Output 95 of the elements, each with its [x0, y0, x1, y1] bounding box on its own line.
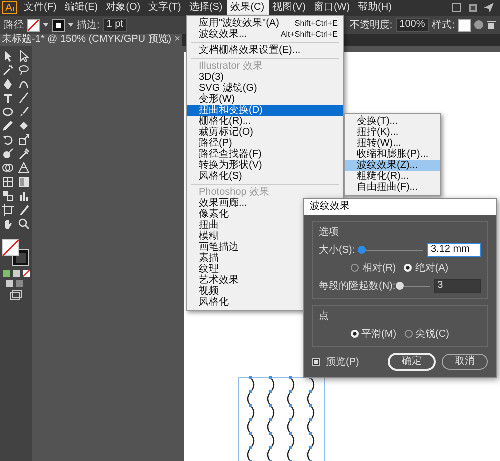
menu-item[interactable]: 自由扭曲(F)... [345, 182, 440, 193]
menu-section-header: Photoshop 效果 [198, 187, 271, 198]
opacity-field[interactable]: 100% [396, 18, 430, 32]
perspective-grid-icon[interactable] [18, 162, 30, 174]
radio-label[interactable]: 尖锐(C) [416, 327, 450, 341]
menu-bar-item[interactable]: 窗口(W) [310, 0, 354, 16]
menu-bar-item[interactable]: 效果(C) [226, 0, 269, 16]
menu-item[interactable]: 路径查找器(F) [187, 149, 343, 160]
menu-item[interactable]: 3D(3) [187, 72, 343, 83]
selection-arrow-icon[interactable] [2, 50, 14, 62]
input-field[interactable]: 3.12 mm [427, 243, 481, 257]
menu-item[interactable]: SVG 滤镜(G) [187, 83, 343, 94]
send-icon[interactable] [484, 3, 494, 13]
stroke-label: 描边: [77, 18, 100, 32]
menu-item[interactable]: 路径(P) [187, 138, 343, 149]
shape-builder-icon[interactable] [2, 162, 14, 174]
radio-label[interactable]: 平滑(M) [362, 327, 397, 341]
menu-item[interactable]: 裁剪标记(O) [187, 127, 343, 138]
workspace-icon[interactable] [452, 3, 462, 13]
input-field[interactable]: 3 [434, 279, 481, 293]
style-label: 样式: [432, 18, 455, 32]
slider-thumb[interactable] [396, 282, 404, 290]
close-button[interactable]: × [174, 34, 180, 46]
menu-item[interactable]: 变换(T)... [345, 116, 440, 127]
bar-chart-icon[interactable] [18, 190, 30, 202]
menu-item[interactable]: 栅格化(R)... [187, 116, 343, 127]
artboard-icon[interactable] [2, 204, 14, 216]
mesh-icon[interactable] [2, 176, 14, 188]
dialog-button[interactable]: 取消 [442, 354, 488, 370]
zoom-icon[interactable] [18, 218, 30, 230]
line-tool-icon[interactable] [18, 92, 30, 104]
type-tool-icon[interactable] [2, 92, 14, 104]
menu-section-header: Illustrator 效果 [198, 61, 264, 72]
group-title: 选项 [319, 226, 340, 239]
pencil-icon[interactable] [2, 120, 14, 132]
gradient-mode-icon[interactable] [12, 270, 20, 277]
menu-bar-item[interactable]: 文字(T) [144, 0, 186, 16]
dialog-title: 波纹效果 [304, 199, 496, 215]
style-swatch[interactable] [458, 18, 471, 32]
menu-item[interactable]: 扭转(W)... [345, 138, 440, 149]
menu-bar-item[interactable]: 对象(O) [102, 0, 145, 16]
rotate-icon[interactable] [2, 134, 14, 146]
stroke-weight-field[interactable]: 1 pt [102, 18, 128, 32]
eyedropper-icon[interactable] [18, 148, 30, 160]
field-label: 每段的隆起数(N): [319, 280, 396, 293]
menu-item[interactable]: 应用"波纹效果"(A) Shift+Ctrl+E [187, 18, 343, 29]
menu-item[interactable]: 波纹效果... Alt+Shift+Ctrl+E [187, 29, 343, 40]
checkbox[interactable] [312, 358, 320, 366]
object-type-label: 路径 [4, 19, 24, 32]
none-mode-icon[interactable] [22, 270, 30, 277]
ellipse-icon[interactable] [2, 106, 14, 118]
direct-selection-icon[interactable] [18, 50, 30, 62]
wavy-lines-drawing[interactable] [238, 376, 326, 461]
document-tab[interactable]: 未标题-1* @ 150% (CMYK/GPU 预览) × [0, 34, 182, 46]
caret-icon[interactable] [68, 23, 74, 27]
menu-item[interactable]: 扭曲和变换(D) [187, 105, 343, 116]
menu-item[interactable]: 波纹效果(Z)... [345, 160, 440, 171]
stroke-swatch[interactable] [52, 18, 65, 32]
menu-item[interactable]: 收缩和膨胀(P)... [345, 149, 440, 160]
dialog-button[interactable]: 确定 [388, 353, 436, 371]
brush-icon[interactable] [18, 106, 30, 118]
gradient-icon[interactable] [18, 176, 30, 188]
radio-button[interactable] [404, 330, 413, 338]
pen-icon[interactable] [2, 78, 14, 90]
menu-item[interactable]: 粗糙化(R)... [345, 171, 440, 182]
draw-mode-icon[interactable] [6, 280, 26, 287]
menu-bar-item[interactable]: 选择(S) [185, 0, 227, 16]
radio-label[interactable]: 相对(R) [362, 261, 396, 275]
menu-bar-item[interactable]: 帮助(H) [354, 0, 396, 16]
group-title: 点 [319, 310, 330, 323]
menu-bar-item[interactable]: 视图(V) [268, 0, 310, 16]
hand-icon[interactable] [2, 218, 14, 230]
align-icon[interactable] [487, 20, 496, 30]
field-label: 大小(S): [319, 244, 356, 257]
radio-button[interactable] [351, 264, 360, 272]
color-mode-icon[interactable] [2, 270, 10, 277]
menu-item[interactable]: 扭拧(K)... [345, 127, 440, 138]
menu-item[interactable]: 变形(W) [187, 94, 343, 105]
menu-bar-item[interactable]: 编辑(E) [60, 0, 102, 16]
magic-wand-icon[interactable] [2, 64, 14, 76]
radio-label[interactable]: 绝对(A) [415, 261, 449, 275]
menu-bar-item[interactable]: 文件(F) [20, 0, 61, 16]
caret-icon[interactable] [43, 23, 49, 27]
menu-item[interactable]: 文档栅格效果设置(E)... [187, 45, 343, 56]
lasso-icon[interactable] [18, 64, 30, 76]
fill-swatch[interactable] [27, 18, 40, 32]
opacity-label: 不透明度: [350, 18, 393, 32]
checkbox-label[interactable]: 预览(P) [326, 355, 360, 369]
menu-item[interactable]: 转换为形状(V) [187, 160, 343, 171]
slider-thumb[interactable] [358, 246, 366, 254]
scale-icon[interactable] [18, 134, 30, 146]
menu-item[interactable]: 风格化(S) [187, 171, 343, 182]
fill-stroke-swatches[interactable] [2, 239, 30, 267]
screen-mode-icon[interactable] [10, 290, 22, 300]
blend-icon[interactable] [2, 190, 14, 202]
